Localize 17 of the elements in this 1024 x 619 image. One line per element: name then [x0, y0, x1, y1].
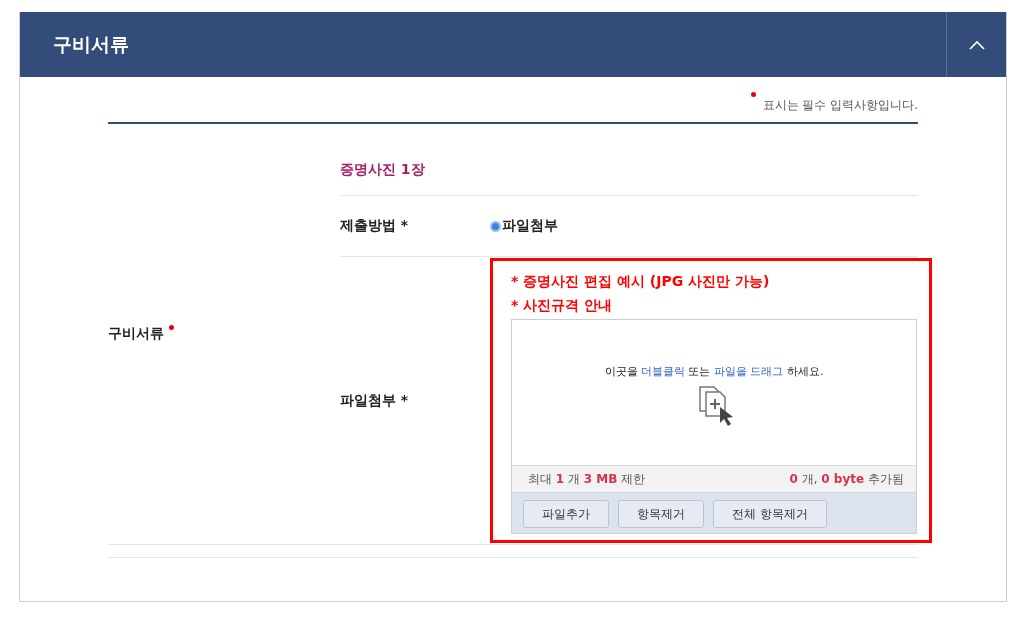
- required-note: 표시는 필수 입력사항입니다.: [762, 97, 918, 114]
- document-title: 증명사진 1장: [340, 161, 425, 179]
- field-label: 제출방법 *: [340, 217, 410, 235]
- guide-link[interactable]: * 증명사진 편집 예시 (JPG 사진만 가능): [511, 269, 917, 293]
- file-button[interactable]: 전체 항목제거: [713, 500, 827, 528]
- drop-hint: 이곳을 더블클릭 또는 파일을 드래그 하세요.: [604, 364, 824, 379]
- field-label: 파일첨부 *: [340, 391, 410, 410]
- limit-text: 최대 1 개 3 MB 제한: [528, 470, 646, 488]
- file-button[interactable]: 항목제거: [618, 500, 704, 528]
- section-title: 구비서류: [53, 31, 130, 57]
- radio-option[interactable]: 파일첨부: [490, 217, 918, 235]
- chevron-icon: [968, 39, 985, 50]
- added-count: 0 개, 0 byte 추가됨: [789, 470, 904, 488]
- file-button[interactable]: 파일추가: [523, 500, 609, 528]
- row-label: 구비서류: [108, 325, 164, 343]
- guide-link[interactable]: * 사진규격 안내: [511, 293, 917, 317]
- required-dot-icon: [750, 92, 756, 97]
